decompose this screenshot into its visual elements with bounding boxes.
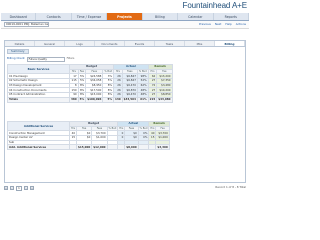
table-cell <box>137 144 150 151</box>
subtab-events[interactable]: Events <box>125 41 155 46</box>
previous-link[interactable]: Previous <box>199 22 211 26</box>
table-cell: 5% <box>77 96 87 103</box>
subtab-billing[interactable]: Billing <box>215 41 245 46</box>
help-link[interactable]: Help <box>225 22 231 26</box>
table-cell: $12,000 <box>91 144 108 151</box>
subtab-mbs[interactable]: Mbs <box>185 41 215 46</box>
table-cell: $3,300 <box>155 144 170 151</box>
table-cell: 5% <box>102 96 115 103</box>
billing-client-select[interactable]: Future Quality <box>26 56 65 62</box>
summary-tab[interactable]: Summary <box>7 49 29 54</box>
filters-button[interactable]: Filters <box>67 57 75 61</box>
table-cell: 380 <box>69 96 79 103</box>
last-page-button[interactable]: » <box>30 186 34 190</box>
nav-tab-time-expense[interactable]: Time / Expense <box>72 13 108 20</box>
pager-bar: « ‹ 1 › » Record 1 of 8 - 8 Total <box>4 185 246 191</box>
table-cell <box>148 144 157 151</box>
row-label: Add. Additional Services <box>7 144 70 151</box>
subtab-documents[interactable]: Documents <box>95 41 125 46</box>
nav-tab-projects[interactable]: Projects <box>107 13 143 20</box>
table-cell: 130 <box>113 96 123 103</box>
page-input[interactable]: 1 <box>16 185 22 191</box>
next-page-button[interactable]: › <box>24 186 28 190</box>
main-nav: Dashboard Contacts Time / Expense Projec… <box>1 13 249 21</box>
next-link[interactable]: Next <box>215 22 222 26</box>
table-cell: 215 <box>147 96 158 103</box>
basic-services-table: Basic Services Budget Actual Remain Hrs … <box>7 63 173 103</box>
table-cell <box>117 144 126 151</box>
row-label: Totals <box>7 96 70 103</box>
project-toolbar: 00019-0001 PRIJ: Bateman Central... Prev… <box>1 21 249 29</box>
table-cell: $33,504 <box>121 96 138 103</box>
nav-tab-reports[interactable]: Reports <box>214 13 249 20</box>
brand-logo: Fountainhead A+E <box>182 1 248 10</box>
table-cell: $8,600 <box>124 144 139 151</box>
table1-section-title: Basic Services <box>7 63 70 75</box>
totals-row[interactable]: Totals 380 5% $100,096 5% 130 $33,504 61% 215 $43… <box>7 96 173 103</box>
table-cell: 61% <box>136 96 149 103</box>
project-select[interactable]: 00019-0001 PRIJ: Bateman Central... <box>4 22 49 27</box>
actions-menu[interactable]: Actions <box>236 22 246 26</box>
nav-tab-dashboard[interactable]: Dashboard <box>1 13 37 20</box>
project-panel: Details General Logs Documents Events Ta… <box>4 40 246 183</box>
subtab-general[interactable]: General <box>35 41 65 46</box>
app-window: Fountainhead A+E Dashboard Contacts Time… <box>0 0 250 204</box>
first-page-button[interactable]: « <box>4 186 8 190</box>
nav-tab-billing[interactable]: Billing <box>143 13 179 20</box>
record-count: Record 1 of 8 - 8 Total <box>215 185 246 190</box>
subtab-logs[interactable]: Logs <box>65 41 95 46</box>
subtab-tasks[interactable]: Tasks <box>155 41 185 46</box>
project-nav: Previous Next Help Actions <box>199 22 246 26</box>
table-cell <box>68 144 78 151</box>
project-subtabs: Details General Logs Documents Events Ta… <box>5 41 245 47</box>
nav-tab-calendar[interactable]: Calendar <box>178 13 214 20</box>
subtab-details[interactable]: Details <box>5 41 35 46</box>
table-cell <box>106 144 119 151</box>
nav-tab-contacts[interactable]: Contacts <box>36 13 72 20</box>
prev-page-button[interactable]: ‹ <box>10 186 14 190</box>
billing-toolbar: Billing Client Future Quality Filters <box>7 56 243 62</box>
table-cell: $15,000 <box>76 144 93 151</box>
additional-services-table: Additional Services Budget Actual Remain… <box>7 120 170 151</box>
table2-section-title: Additional Services <box>7 120 70 132</box>
billing-client-label: Billing Client <box>7 56 25 61</box>
table-cell: $100,096 <box>85 96 104 103</box>
table-cell: $43,080 <box>156 96 173 103</box>
totals-row[interactable]: Add. Additional Services $15,000 $12,000 $8… <box>7 144 170 151</box>
